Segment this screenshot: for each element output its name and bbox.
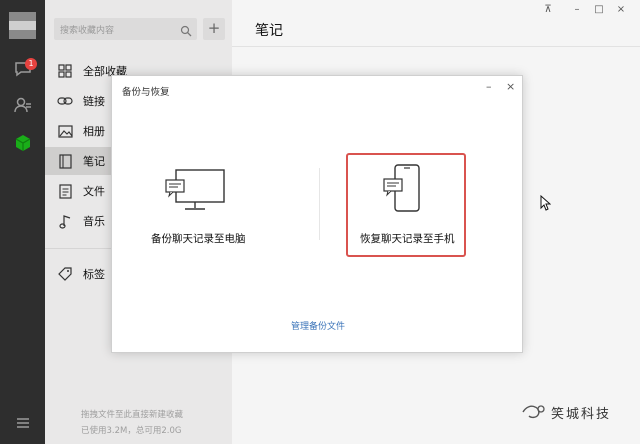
manage-backup-files-link[interactable]: 管理备份文件: [112, 319, 524, 332]
watermark-logo-icon: [521, 402, 547, 424]
menu-icon[interactable]: [12, 412, 34, 434]
divider: [232, 46, 640, 47]
sidebar-item-label: 音乐: [83, 215, 105, 228]
minimize-button[interactable]: –: [570, 4, 584, 15]
file-icon: [57, 183, 73, 199]
pin-icon[interactable]: ⊼: [541, 4, 555, 15]
note-icon: [57, 153, 73, 169]
sidebar-item-label: 文件: [83, 185, 105, 198]
grid-icon: [57, 63, 73, 79]
avatar[interactable]: [9, 12, 36, 39]
maximize-button[interactable]: □: [592, 4, 606, 15]
phone-icon[interactable]: [383, 164, 423, 216]
sidebar-item-label: 相册: [83, 125, 105, 138]
search-box[interactable]: 搜索收藏内容: [54, 18, 197, 40]
sidebar-item-label: 标签: [83, 268, 105, 281]
favorites-cube-icon[interactable]: [12, 132, 34, 154]
close-button[interactable]: ×: [614, 4, 628, 15]
option-divider: [319, 168, 320, 240]
dialog-title: 备份与恢复: [122, 87, 170, 98]
unread-badge: 1: [25, 58, 37, 70]
mouse-cursor-icon: [540, 194, 552, 215]
monitor-icon[interactable]: [162, 168, 228, 212]
sidebar-item-label: 链接: [83, 95, 105, 108]
backup-restore-dialog: 备份与恢复 – × 备份聊天记录至电脑 恢复聊天记录至手机 管理备份文件: [111, 75, 523, 353]
page-title: 笔记: [255, 23, 283, 39]
drag-hint: 拖拽文件至此直接新建收藏: [81, 410, 184, 420]
restore-to-phone-button[interactable]: 恢复聊天记录至手机: [360, 231, 455, 246]
dialog-close-button[interactable]: ×: [506, 80, 515, 93]
dialog-minimize-button[interactable]: –: [486, 80, 492, 93]
sidebar-item-label: 笔记: [83, 155, 105, 168]
search-icon[interactable]: [180, 22, 192, 41]
backup-to-pc-button[interactable]: 备份聊天记录至电脑: [151, 231, 246, 246]
storage-usage: 已使用3.2M，总可用2.0G: [81, 426, 182, 436]
contacts-icon[interactable]: [12, 94, 34, 116]
music-icon: [57, 213, 73, 229]
nav-rail: 1: [0, 0, 45, 444]
watermark-text: 笑城科技: [551, 407, 612, 422]
image-icon: [57, 123, 73, 139]
link-icon: [57, 93, 73, 109]
tag-icon: [57, 266, 73, 282]
search-input[interactable]: 搜索收藏内容: [60, 23, 114, 36]
add-favorite-button[interactable]: +: [203, 18, 225, 40]
